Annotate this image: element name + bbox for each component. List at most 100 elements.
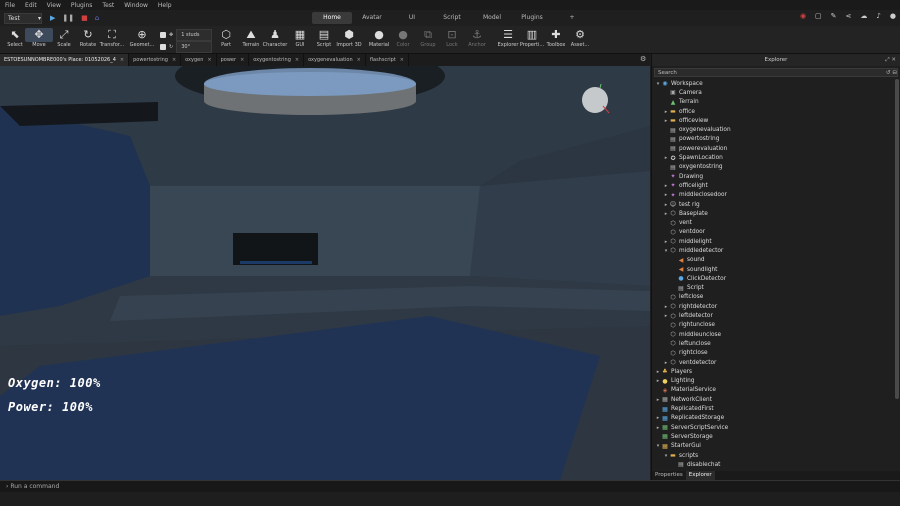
comment-icon[interactable]: ✎ xyxy=(831,12,837,20)
panel-controls-icon[interactable]: ⤢ ✕ xyxy=(885,54,896,66)
explorer-item[interactable]: ⬡ vent xyxy=(652,218,894,227)
close-icon[interactable]: × xyxy=(357,54,361,66)
document-tab[interactable]: powertostring × xyxy=(129,54,182,66)
explorer-item[interactable]: ▦ ReplicatedFirst xyxy=(652,404,894,413)
tab-plugins[interactable]: Plugins xyxy=(512,12,552,24)
rotate-snap-checkbox[interactable] xyxy=(160,44,166,50)
avatar[interactable]: ● xyxy=(890,12,896,20)
document-tab[interactable]: power × xyxy=(217,54,250,66)
explorer-item[interactable]: ▸ ⬡ leftdetector xyxy=(652,311,894,320)
lock-tool[interactable]: ⊡ Lock xyxy=(438,28,466,48)
explorer-item[interactable]: ▾ ▦ StarterGui xyxy=(652,442,894,451)
document-tab[interactable]: ESTOESUNNOMBRE000's Place: 01052026_4 × xyxy=(0,54,130,66)
close-icon[interactable]: × xyxy=(172,54,176,66)
menu-item-plugins[interactable]: Plugins xyxy=(66,2,98,9)
close-icon[interactable]: × xyxy=(120,54,124,66)
explorer-item[interactable]: ⬡ leftunclose xyxy=(652,339,894,348)
explorer-item[interactable]: ◀ sound xyxy=(652,256,894,265)
close-icon[interactable]: × xyxy=(400,54,404,66)
explorer-item[interactable]: ⬡ rightunclose xyxy=(652,321,894,330)
close-icon[interactable]: × xyxy=(240,54,244,66)
anchor-tool[interactable]: ⚓ Anchor xyxy=(463,28,491,48)
explorer-item[interactable]: ⬡ ventdoor xyxy=(652,228,894,237)
menu-item-edit[interactable]: Edit xyxy=(20,2,42,9)
menu-item-help[interactable]: Help xyxy=(153,2,177,9)
explorer-item[interactable]: ▾ ⬡ middledetector xyxy=(652,246,894,255)
assets-tool[interactable]: ⚙ Asset... xyxy=(566,28,594,48)
transform-tool[interactable]: ⛶ Transfor... xyxy=(98,28,126,48)
document-tab[interactable]: flashscript × xyxy=(366,54,409,66)
tab-avatar[interactable]: Avatar xyxy=(352,12,392,24)
play-options-icon[interactable]: ⌂ xyxy=(95,14,99,22)
explorer-item[interactable]: ▸ ▦ ServerScriptService xyxy=(652,423,894,432)
explorer-item[interactable]: ▸ ⬡ middlelight xyxy=(652,237,894,246)
explorer-item[interactable]: ◀ soundlight xyxy=(652,265,894,274)
explorer-item[interactable]: ▸ ▬ officeview xyxy=(652,116,894,125)
explorer-item[interactable]: ▸ ▦ ReplicatedStorage xyxy=(652,414,894,423)
rotate-snap-input[interactable]: 30° xyxy=(176,41,213,53)
explorer-item[interactable]: ▸ ⬡ ventdetector xyxy=(652,358,894,367)
explorer-item[interactable]: ▤ oxygentostring xyxy=(652,163,894,172)
explorer-scrollbar[interactable] xyxy=(895,79,899,399)
explorer-item[interactable]: ▾ ▬ scripts xyxy=(652,451,894,460)
settings-icon[interactable]: ⚙ xyxy=(640,55,646,63)
close-icon[interactable]: × xyxy=(295,54,299,66)
stop-icon[interactable]: ■ xyxy=(81,14,88,22)
import-3d-tool[interactable]: ⬢ Import 3D xyxy=(335,28,363,48)
panel-tab-properties[interactable]: Properties xyxy=(652,471,686,480)
tab-home[interactable]: Home xyxy=(312,12,352,24)
explorer-item[interactable]: ✦ Drawing xyxy=(652,172,894,181)
command-input[interactable]: Run a command xyxy=(10,483,59,490)
menu-item-window[interactable]: Window xyxy=(119,2,153,9)
place-select[interactable]: Test ▾ xyxy=(4,12,42,24)
explorer-item[interactable]: ▸ ✪ SpawnLocation xyxy=(652,153,894,162)
character-tool[interactable]: ♟ Character xyxy=(261,28,289,48)
document-tab[interactable]: oxygentostring × xyxy=(249,54,305,66)
explorer-item[interactable]: ◈ MaterialService xyxy=(652,386,894,395)
part-tool[interactable]: ⬡ Part xyxy=(212,28,240,48)
move-tool[interactable]: ✥ Move xyxy=(25,28,53,48)
tab-ui[interactable]: UI xyxy=(392,12,432,24)
panel-tab-explorer[interactable]: Explorer xyxy=(685,471,715,480)
menu-item-view[interactable]: View xyxy=(42,2,66,9)
menu-item-file[interactable]: File xyxy=(0,2,20,9)
geometry-tool[interactable]: ⊕ Geomet... xyxy=(128,28,156,48)
explorer-item[interactable]: ▸ ● Lighting xyxy=(652,377,894,386)
explorer-item[interactable]: ▸ ♣ Players xyxy=(652,367,894,376)
tab-script[interactable]: Script xyxy=(432,12,472,24)
explorer-item[interactable]: ▤ oxygenevaluation xyxy=(652,125,894,134)
explorer-search-input[interactable]: Search ↺ ⊟ xyxy=(654,68,898,77)
close-icon[interactable]: × xyxy=(207,54,211,66)
pause-icon[interactable]: ❚❚ xyxy=(62,14,74,22)
explorer-item[interactable]: ▤ powertostring xyxy=(652,135,894,144)
tab-model[interactable]: Model xyxy=(472,12,512,24)
menu-item-test[interactable]: Test xyxy=(97,2,119,9)
explorer-item[interactable]: ⬡ leftclose xyxy=(652,293,894,302)
explorer-item[interactable]: ▲ Terrain xyxy=(652,98,894,107)
explorer-item[interactable]: ▾ ◉ Workspace xyxy=(652,79,894,88)
explorer-item[interactable]: ● ClickDetector xyxy=(652,274,894,283)
notifications-icon[interactable]: ♪ xyxy=(876,12,880,20)
record-icon[interactable]: ◉ xyxy=(800,12,806,20)
move-snap-checkbox[interactable] xyxy=(160,32,166,38)
explorer-item[interactable]: ▣ Camera xyxy=(652,88,894,97)
explorer-item[interactable]: ▦ ServerStorage xyxy=(652,432,894,441)
explorer-item[interactable]: ▸ ▦ NetworkClient xyxy=(652,395,894,404)
explorer-item[interactable]: ▤ Script xyxy=(652,284,894,293)
explorer-item[interactable]: ▸ ✦ middleclosedoor xyxy=(652,191,894,200)
explorer-item[interactable]: ▸ ⬡ Baseplate xyxy=(652,209,894,218)
filter-icon[interactable]: ↺ ⊟ xyxy=(886,69,897,76)
add-tab-button[interactable]: + xyxy=(552,12,592,24)
chat-icon[interactable]: ▢ xyxy=(815,12,822,20)
color-tool[interactable]: ● Color xyxy=(389,28,417,48)
command-bar[interactable]: › Run a command xyxy=(0,480,900,492)
explorer-item[interactable]: ▸ ✦ officelight xyxy=(652,181,894,190)
document-tab[interactable]: oxygenevaluation × xyxy=(304,54,366,66)
move-snap-input[interactable]: 1 studs xyxy=(176,29,213,41)
play-icon[interactable]: ▶ xyxy=(50,14,55,22)
explorer-item[interactable]: ▤ powerevaluation xyxy=(652,144,894,153)
document-tab[interactable]: oxygen × xyxy=(181,54,217,66)
explorer-item[interactable]: ⬡ rightclose xyxy=(652,349,894,358)
explorer-item[interactable]: ▤ disablechat xyxy=(652,460,894,469)
3d-viewport[interactable]: Oxygen: 100% Power: 100% xyxy=(0,66,650,480)
